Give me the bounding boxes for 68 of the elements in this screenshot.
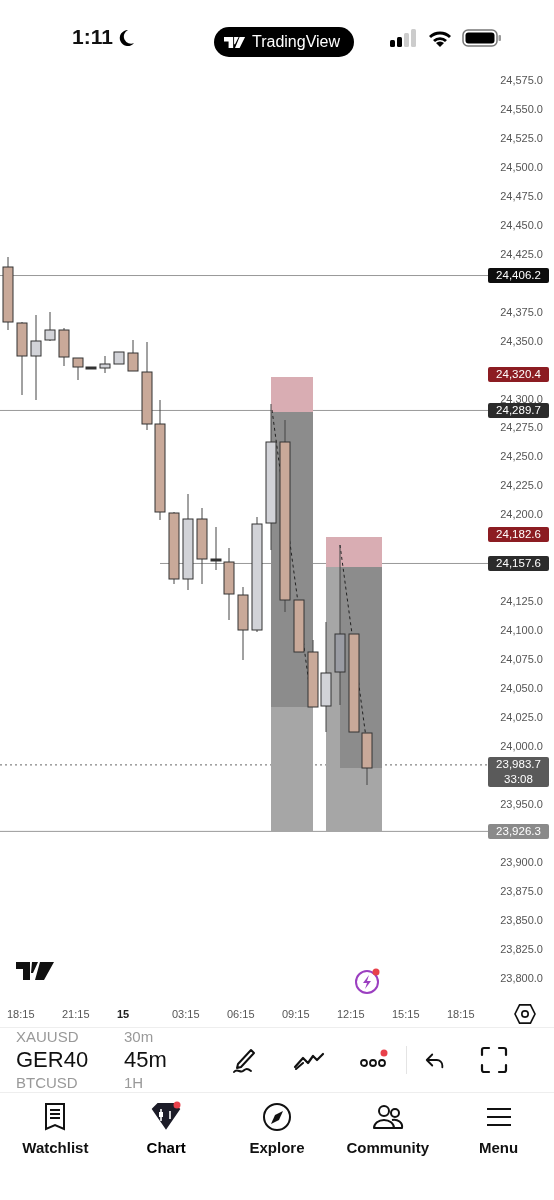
price-label: 23,850.0 <box>500 912 543 927</box>
time-label: 12:15 <box>337 1007 366 1020</box>
logo-icon <box>224 36 246 48</box>
price-label: 23,800.0 <box>500 970 543 985</box>
price-label: 24,075.0 <box>500 652 543 667</box>
price-label: 23,900.0 <box>500 854 543 869</box>
time-label: 18:15 <box>7 1007 36 1020</box>
price-value: 24,157.6 <box>496 555 541 571</box>
price-label: 24,475.0 <box>500 188 543 203</box>
price-label: 24,025.0 <box>500 710 543 725</box>
price-label: 24,250.0 <box>500 449 543 464</box>
time-label: 03:15 <box>172 1007 201 1020</box>
price-label: 24,575.0 <box>500 73 543 87</box>
status-time: 1:11 <box>72 25 113 49</box>
price-value: 24,182.6 <box>496 527 541 542</box>
price-label: 23,875.0 <box>500 883 543 898</box>
price-value: 24,406.2 <box>496 268 541 283</box>
price-label: 24,550.0 <box>500 101 543 116</box>
time-label: 18:15 <box>447 1007 476 1020</box>
app-name: TradingView <box>252 33 341 51</box>
fullscreen-icon[interactable] <box>480 1046 508 1074</box>
price-value: 24,320.4 <box>496 367 541 383</box>
time-label: 06:15 <box>227 1007 256 1020</box>
price-label: 24,450.0 <box>500 217 543 232</box>
price-label: 24,425.0 <box>500 246 543 261</box>
candle <box>58 327 70 367</box>
candle <box>99 355 111 374</box>
lightning-icon[interactable] <box>355 968 380 994</box>
price-label: 24,000.0 <box>500 739 543 753</box>
price-label: 24,275.0 <box>500 420 543 435</box>
signal-icon <box>390 29 418 47</box>
candle <box>127 339 139 372</box>
compass-icon <box>261 1101 293 1133</box>
interval-option[interactable]: 45m <box>124 1047 214 1073</box>
candle <box>44 311 56 342</box>
time-label: 15 <box>117 1007 131 1020</box>
price-value: 23,983.7 <box>496 757 541 773</box>
settings-icon[interactable] <box>514 1003 536 1024</box>
nav-tab[interactable]: Watchlist <box>0 1101 111 1156</box>
time-label: 15:15 <box>392 1007 421 1020</box>
time-label: 09:15 <box>282 1007 311 1020</box>
nav-tab[interactable]: Chart <box>110 1101 222 1156</box>
price-label: 23,825.0 <box>500 941 543 956</box>
price-label: 24,500.0 <box>500 159 543 174</box>
price-value: 24,289.7 <box>496 403 541 418</box>
symbol-option[interactable]: GER40 <box>16 1047 124 1073</box>
price-label: 24,375.0 <box>500 304 543 319</box>
candle <box>113 351 125 365</box>
nav-tab[interactable]: Community <box>332 1101 444 1156</box>
price-label: 24,125.0 <box>500 594 543 609</box>
time-label: 21:15 <box>62 1007 91 1020</box>
price-label: 24,100.0 <box>500 623 543 638</box>
countdown: 33:08 <box>504 772 533 788</box>
price-label: 23,950.0 <box>500 796 543 811</box>
nav-tab[interactable]: Menu <box>443 1101 554 1156</box>
price-label: 24,300.0 <box>500 391 543 406</box>
price-label: 24,200.0 <box>500 507 543 522</box>
price-label: 24,225.0 <box>500 478 543 493</box>
nav-tab[interactable]: Explore <box>221 1101 333 1156</box>
price-label: 24,050.0 <box>500 681 543 696</box>
battery-icon <box>462 29 502 47</box>
wifi-icon <box>428 29 452 47</box>
price-label: 24,350.0 <box>500 333 543 348</box>
candle <box>293 599 305 653</box>
price-label: 24,525.0 <box>500 130 543 145</box>
logo-icon <box>16 962 54 980</box>
zigzag-icon[interactable] <box>293 1050 325 1070</box>
price-value: 23,926.3 <box>496 823 541 839</box>
